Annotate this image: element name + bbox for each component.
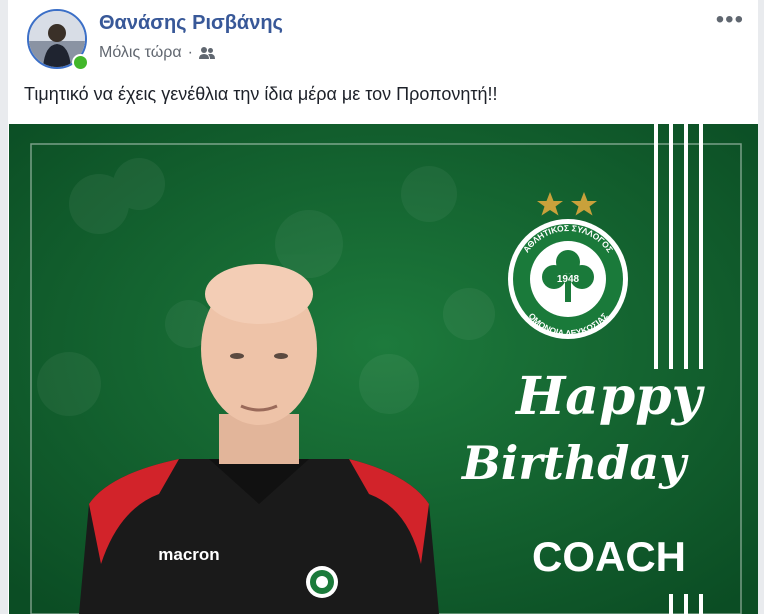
- post-timestamp[interactable]: Μόλις τώρα: [99, 44, 182, 62]
- shirt-brand: macron: [158, 545, 219, 564]
- greeting-happy: Happy: [514, 366, 706, 427]
- birthday-graphic: 1948 ΑΘΛΗΤΙΚΟΣ ΣΥΛΛΟΓΟΣ ΟΜΟΝΟΙΑ ΛΕΥΚΩΣΙΑ…: [9, 124, 758, 614]
- post-photo[interactable]: 1948 ΑΘΛΗΤΙΚΟΣ ΣΥΛΛΟΓΟΣ ΟΜΟΝΟΙΑ ΛΕΥΚΩΣΙΑ…: [9, 124, 758, 614]
- author-name[interactable]: Θανάσης Ρισβάνης: [99, 12, 283, 35]
- badge-year: 1948: [557, 274, 580, 285]
- post-message: Τιμητικό να έχεις γενέθλια την ίδια μέρα…: [24, 84, 498, 104]
- greeting-birthday: Birthday: [460, 436, 689, 490]
- more-options-icon[interactable]: •••: [716, 8, 744, 32]
- club-badge: 1948 ΑΘΛΗΤΙΚΟΣ ΣΥΛΛΟΓΟΣ ΟΜΟΝΟΙΑ ΛΕΥΚΩΣΙΑ…: [508, 219, 628, 339]
- greeting-coach: COACH: [532, 533, 686, 580]
- facebook-post: Θανάσης Ρισβάνης Μόλις τώρα · ••• Τιμητι…: [8, 0, 758, 614]
- author-avatar[interactable]: [27, 9, 89, 71]
- post-meta: Μόλις τώρα ·: [99, 44, 215, 62]
- friends-icon[interactable]: [198, 46, 215, 60]
- online-status-icon: [72, 54, 89, 71]
- meta-separator: ·: [187, 44, 193, 61]
